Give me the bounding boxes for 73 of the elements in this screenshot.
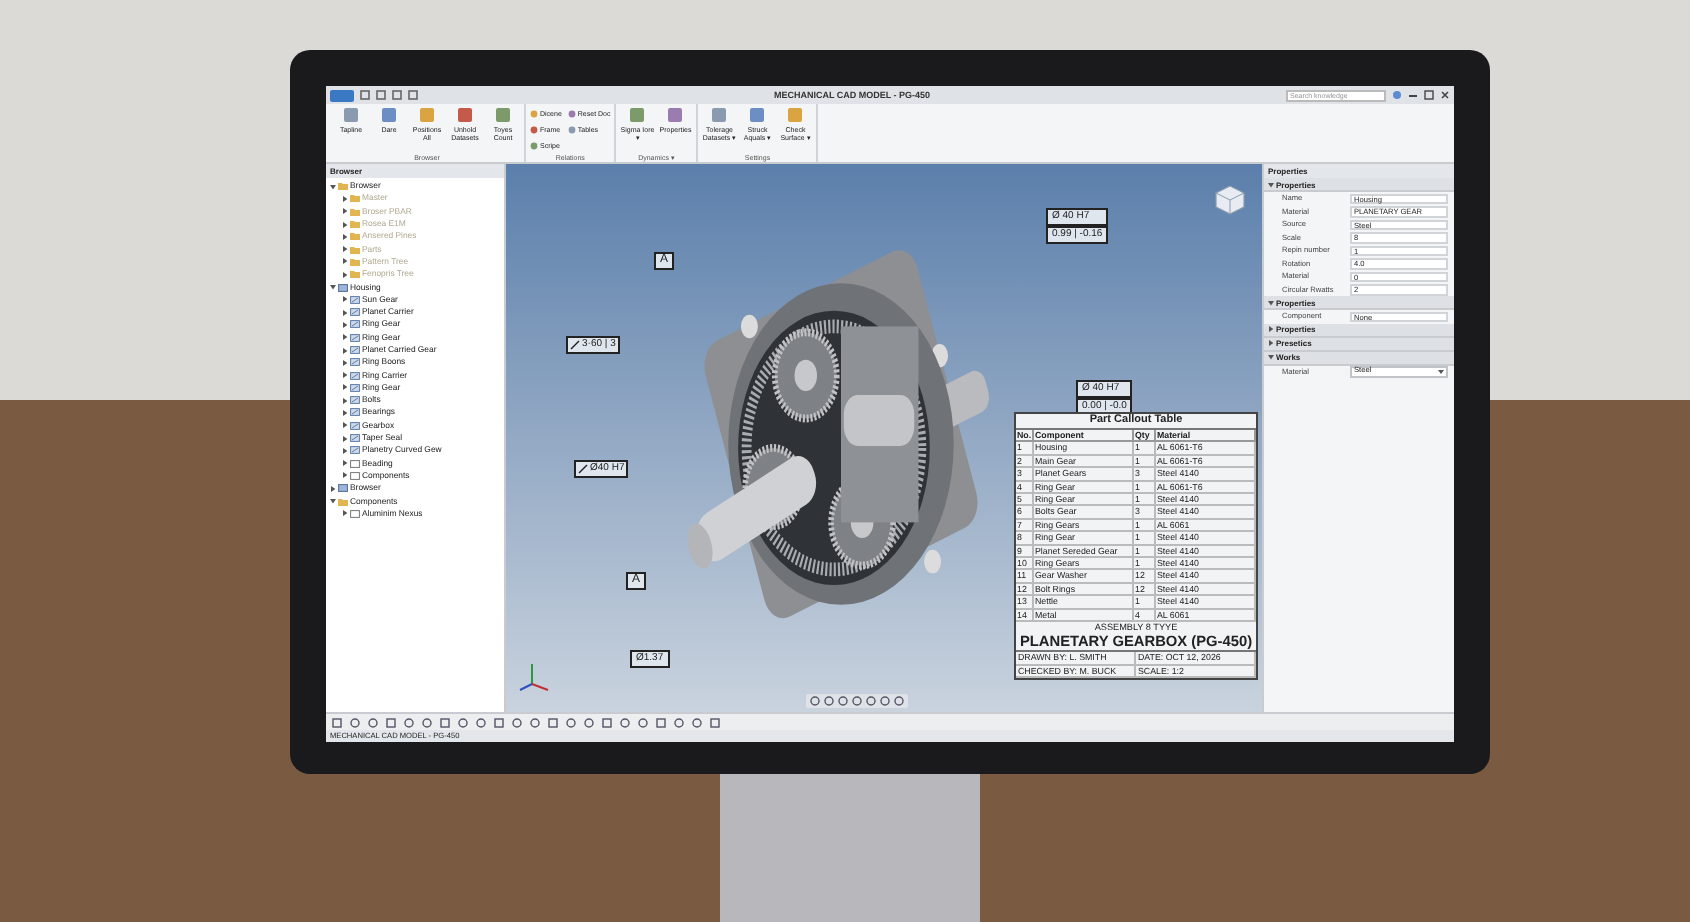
part-icon [350, 308, 360, 317]
square-icon [376, 90, 386, 100]
part-icon [350, 408, 360, 417]
part-icon [350, 434, 360, 443]
circle-icon [866, 696, 876, 706]
circle-icon [530, 126, 538, 134]
square-icon [380, 106, 398, 124]
circle-icon [422, 717, 432, 727]
part-icon [350, 396, 360, 405]
square-icon [494, 717, 504, 727]
circle-icon [584, 717, 594, 727]
view-cube-icon [1214, 184, 1246, 216]
circle-icon [368, 717, 378, 727]
part-icon [350, 371, 360, 380]
circle-icon [880, 696, 890, 706]
part-icon [350, 346, 360, 354]
caret-icon [1438, 369, 1444, 374]
circle-icon [852, 696, 862, 706]
square-icon [710, 106, 729, 124]
square-icon [386, 717, 396, 727]
square-icon [456, 106, 474, 124]
assembly-icon [338, 283, 348, 292]
circle-icon [512, 717, 522, 727]
circle-icon [530, 110, 538, 118]
maximize-icon [1424, 90, 1434, 100]
axis-triad-icon [518, 660, 550, 692]
circle-icon [1392, 90, 1402, 100]
circle-icon [567, 126, 576, 134]
minimize-icon [1408, 90, 1418, 100]
square-icon [342, 106, 360, 124]
circle-icon [566, 717, 576, 727]
circle-icon [824, 696, 834, 706]
part-icon [350, 358, 360, 367]
square-icon [548, 717, 558, 727]
square-icon [418, 106, 436, 124]
part-icon [350, 320, 360, 329]
circle-icon [530, 142, 538, 150]
folder-icon [338, 497, 348, 506]
square-icon [392, 90, 402, 100]
part-icon [350, 446, 360, 455]
square-icon [628, 106, 647, 124]
square-icon [408, 90, 418, 100]
part-icon [350, 295, 360, 304]
part-icon [350, 333, 360, 342]
square-icon [786, 106, 805, 124]
part-icon [350, 383, 360, 392]
circle-icon [350, 717, 360, 727]
square-icon [360, 90, 370, 100]
app-menu-icon [330, 89, 354, 101]
close-icon [1440, 90, 1450, 100]
circle-icon [810, 696, 820, 706]
circle-icon [404, 717, 414, 727]
circle-icon [638, 717, 648, 727]
sketch-icon [350, 509, 360, 518]
circle-icon [894, 696, 904, 706]
square-icon [656, 717, 666, 727]
square-icon [440, 717, 450, 727]
assembly-icon [338, 484, 348, 493]
square-icon [494, 106, 512, 124]
circle-icon [674, 717, 684, 727]
part-icon [350, 421, 360, 430]
square-icon [332, 717, 342, 727]
circle-icon [620, 717, 630, 727]
circle-icon [567, 110, 576, 118]
square-icon [666, 106, 685, 124]
square-icon [602, 717, 612, 727]
square-icon [710, 717, 720, 727]
circle-icon [838, 696, 848, 706]
circle-icon [530, 717, 540, 727]
square-icon [748, 106, 767, 124]
circle-icon [476, 717, 486, 727]
circle-icon [692, 717, 702, 727]
circle-icon [458, 717, 468, 727]
